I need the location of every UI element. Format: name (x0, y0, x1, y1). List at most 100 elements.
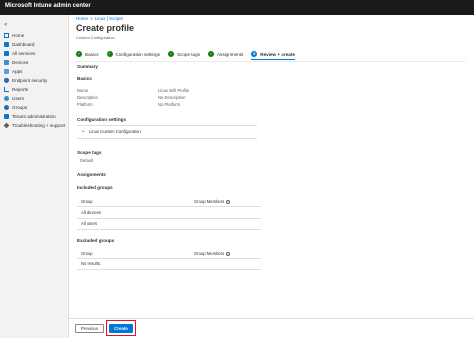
previous-button[interactable]: Previous (75, 324, 104, 333)
table-row-divider (77, 269, 261, 270)
excluded-groups-heading: Excluded groups (77, 238, 115, 243)
dashboard-icon (4, 42, 9, 47)
sidebar-item-label: Devices (12, 60, 29, 65)
sidebar-item-label: Dashboard (12, 42, 35, 47)
sidebar-item-troubleshooting[interactable]: Troubleshooting + support (0, 121, 69, 130)
sidebar-nav: Home Dashboard All services Devices Apps… (0, 31, 69, 130)
table-row: No results. (81, 261, 102, 266)
sidebar-item-reports[interactable]: Reports (0, 85, 69, 94)
info-icon[interactable] (226, 251, 231, 256)
top-bar: Microsoft Intune admin center (0, 0, 474, 15)
apps-icon (4, 69, 9, 74)
table-row-divider (77, 218, 261, 219)
sidebar-item-label: Users (12, 96, 24, 101)
checkmark-icon: ✓ (207, 51, 214, 57)
group-members-column-label: Group Members (194, 251, 225, 256)
sidebar-item-label: Home (12, 33, 25, 38)
sidebar-item-label: Endpoint security (12, 78, 48, 83)
description-label: Description (77, 95, 98, 100)
sidebar-item-label: Troubleshooting + support (12, 123, 66, 128)
user-icon (4, 96, 9, 101)
sidebar-item-label: Groups (12, 105, 28, 110)
step-number-icon: 5 (251, 51, 258, 57)
sidebar-item-label: Reports (12, 87, 29, 92)
assignments-heading: Assignments (77, 172, 106, 177)
wrench-icon (3, 122, 10, 129)
home-icon (4, 33, 9, 38)
sidebar-item-devices[interactable]: Devices (0, 58, 69, 67)
scope-tags-heading: Scope tags (77, 150, 102, 155)
sidebar-item-dashboard[interactable]: Dashboard (0, 40, 69, 49)
sidebar-item-tenant-administration[interactable]: Tenant administration (0, 112, 69, 121)
scope-tag-value: Default (80, 158, 94, 163)
step-label: Scope tags (176, 51, 200, 57)
checkmark-icon: ✓ (167, 51, 174, 57)
sidebar-item-groups[interactable]: Groups (0, 103, 69, 112)
chevron-down-icon: ⌄ (81, 128, 86, 134)
step-scope-tags[interactable]: ✓ Scope tags (167, 51, 200, 57)
step-configuration-settings[interactable]: ✓ Configuration settings (106, 51, 160, 57)
group-members-column-header[interactable]: Group Members (194, 199, 231, 204)
footer-divider (69, 318, 474, 319)
sidebar-item-label: Apps (12, 69, 23, 74)
table-header-divider (77, 258, 261, 259)
step-review-create[interactable]: 5 Review + create (251, 51, 295, 60)
platform-value: No Platform (158, 102, 181, 107)
step-label: Assignments (216, 51, 244, 57)
breadcrumb: Home > Linux | Scripts (76, 16, 123, 21)
group-column-header[interactable]: Group (81, 199, 93, 204)
wizard-steps: ✓ Basics ✓ Configuration settings ✓ Scop… (76, 50, 303, 60)
reports-icon (4, 87, 9, 92)
sidebar-item-apps[interactable]: Apps (0, 67, 69, 76)
included-groups-heading: Included groups (77, 185, 113, 190)
groups-icon (4, 105, 9, 110)
platform-label: Platform (77, 102, 93, 107)
info-icon[interactable] (226, 199, 231, 204)
sidebar-item-home[interactable]: Home (0, 31, 69, 40)
main-content: Home > Linux | Scripts Create profile ··· … (69, 15, 474, 338)
divider (77, 138, 257, 139)
breadcrumb-separator: > (90, 16, 93, 21)
step-basics[interactable]: ✓ Basics (76, 51, 99, 57)
step-assignments[interactable]: ✓ Assignments (207, 51, 244, 57)
page-title: Create profile (76, 23, 135, 33)
breadcrumb-linux-scripts[interactable]: Linux | Scripts (95, 16, 123, 21)
collapse-sidebar-icon[interactable]: « (4, 22, 7, 28)
step-label: Basics (85, 51, 99, 57)
create-button-highlight (106, 320, 136, 336)
table-header-divider (77, 206, 261, 207)
shield-icon (4, 78, 9, 83)
group-column-header[interactable]: Group (81, 251, 93, 256)
table-row-divider (77, 229, 261, 230)
sidebar-item-label: All services (12, 51, 36, 56)
group-members-column-label: Group Members (194, 199, 225, 204)
more-options-icon[interactable]: ··· (128, 25, 134, 31)
app-title[interactable]: Microsoft Intune admin center (5, 3, 91, 9)
group-members-column-header[interactable]: Group Members (194, 251, 231, 256)
sidebar: « Home Dashboard All services Devices Ap… (0, 15, 69, 338)
breadcrumb-home[interactable]: Home (76, 16, 88, 21)
step-label: Configuration settings (115, 51, 160, 57)
sidebar-item-all-services[interactable]: All services (0, 49, 69, 58)
divider (77, 125, 257, 126)
devices-icon (4, 60, 9, 65)
name-value: Linux Wifi Profile (158, 88, 190, 93)
table-row: All users (81, 221, 98, 226)
accordion-label: Linux Custom Configuration (89, 129, 141, 134)
sidebar-item-label: Tenant administration (12, 114, 56, 119)
tenant-icon (4, 114, 9, 119)
sidebar-item-users[interactable]: Users (0, 94, 69, 103)
all-services-icon (4, 51, 9, 56)
checkmark-icon: ✓ (76, 51, 82, 57)
table-row: All devices (81, 210, 102, 215)
summary-heading: Summary (77, 64, 98, 69)
checkmark-icon: ✓ (106, 51, 113, 57)
description-value: No Description (158, 95, 186, 100)
basics-heading: Basics (77, 76, 92, 81)
step-label: Review + create (260, 51, 295, 57)
page-subtitle: Custom Configuration (76, 35, 115, 40)
sidebar-item-endpoint-security[interactable]: Endpoint security (0, 76, 69, 85)
configuration-settings-heading: Configuration settings (77, 117, 126, 122)
name-label: Name (77, 88, 89, 93)
steps-divider (76, 61, 466, 62)
